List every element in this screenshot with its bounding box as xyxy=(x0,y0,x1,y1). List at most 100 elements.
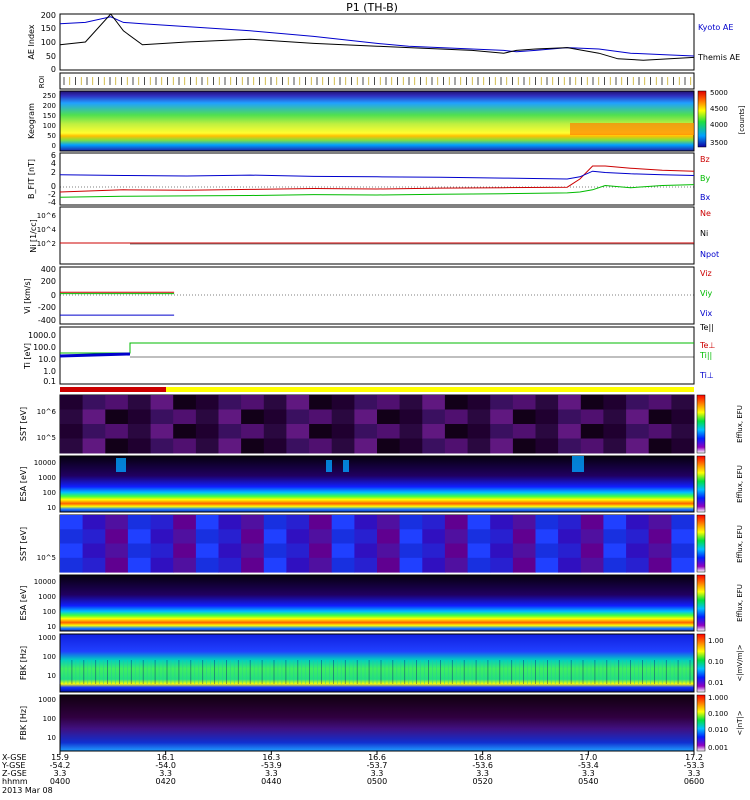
sst2-cell xyxy=(535,515,559,530)
sst1-cell xyxy=(263,424,287,439)
ephem-value-t: 0500 xyxy=(367,777,387,786)
sst2-cell xyxy=(467,557,491,573)
sst1-cell xyxy=(263,438,287,454)
sst2-cell xyxy=(105,543,129,559)
esa1-ylabel: ESA [eV] xyxy=(19,467,28,502)
sst1-cell xyxy=(422,395,446,410)
fbk1-ytick-100: 100 xyxy=(43,653,56,661)
sst2-cell xyxy=(105,557,129,573)
esa1-spectrogram xyxy=(59,455,695,513)
sst1-cell xyxy=(60,438,84,454)
sst1-cell xyxy=(603,438,627,454)
density-legend-ne: Ne xyxy=(700,209,711,218)
fbk1-ytick-1000: 1000 xyxy=(38,634,56,642)
sst1-cell xyxy=(286,395,310,410)
sst2-cell xyxy=(580,557,604,573)
sst1-cell xyxy=(444,395,468,410)
sst2-cell xyxy=(241,543,265,559)
sst2-cell xyxy=(467,515,491,530)
ephem-value-t: 0520 xyxy=(472,777,492,786)
sst1-cell xyxy=(603,395,627,410)
fbk2-ytick-10: 10 xyxy=(47,734,56,742)
sst1-cell xyxy=(535,409,559,425)
sst1-cell xyxy=(241,395,265,410)
fbk1-ylabel: FBK [Hz] xyxy=(19,646,28,680)
temperature-plot-frame xyxy=(59,326,695,385)
sst2-cell xyxy=(626,557,650,573)
sst2-cell xyxy=(218,529,242,545)
sst1-cell xyxy=(512,424,536,439)
esa2-ylabel: ESA [eV] xyxy=(19,586,28,621)
sst2-cell xyxy=(263,543,287,559)
sst1-cell xyxy=(648,395,672,410)
sst2-cell xyxy=(331,529,355,545)
sst1-cell xyxy=(535,395,559,410)
esa1-burst-1 xyxy=(116,458,126,472)
sst2-cell xyxy=(444,543,468,559)
sst2-cell xyxy=(173,543,197,559)
sst2-cell xyxy=(399,529,423,545)
esa1-colorbar xyxy=(696,455,706,513)
sst2-cell xyxy=(127,543,151,559)
sst2-cell xyxy=(195,515,219,530)
sst2-cell xyxy=(82,529,106,545)
esa2-spectrogram xyxy=(59,574,695,632)
bfield-plot-frame xyxy=(59,152,695,206)
sst1-cell xyxy=(286,409,310,425)
fbk2-colorbar xyxy=(696,694,706,752)
sst2-cell xyxy=(82,515,106,530)
sst1-cell xyxy=(444,438,468,454)
temperature-panel: Ti [eV] 1000.0 100.0 10.0 1.0 0.1 Te|| T… xyxy=(23,323,715,386)
temperature-ytick-10: 10.0 xyxy=(38,355,56,364)
velocity-ytick-400: 400 xyxy=(41,265,56,274)
ae-legend-kyoto: Kyoto AE xyxy=(698,23,733,32)
sst2-cell xyxy=(150,543,174,559)
sst1-cell xyxy=(309,409,333,425)
sst2-cell xyxy=(218,515,242,530)
sst1-cell xyxy=(377,438,401,454)
fbk2-cbar-tick-2: 0.100 xyxy=(708,710,728,718)
sst1-cell xyxy=(580,424,604,439)
bfield-ytick-neg4: -4 xyxy=(48,198,56,207)
sst2-cell xyxy=(648,557,672,573)
temperature-ytick-1000: 1000.0 xyxy=(28,331,56,340)
sst2-cell xyxy=(218,557,242,573)
sst1-cell xyxy=(105,409,129,425)
density-legend-npot: Npot xyxy=(700,250,719,259)
keogram-ytick-0: 0 xyxy=(52,142,56,150)
sst1-cell xyxy=(580,395,604,410)
esa1-cbar-label: Efflux, EFU xyxy=(736,465,744,503)
velocity-ylabel: Vi [km/s] xyxy=(23,278,32,314)
sst2-cell xyxy=(648,543,672,559)
ephem-value-t: 0440 xyxy=(261,777,281,786)
sst1-cell xyxy=(218,438,242,454)
mode-bar-fast xyxy=(60,387,166,392)
keogram-cbar-tick-5000: 5000 xyxy=(710,89,728,97)
sst2-cell xyxy=(512,557,536,573)
sst2-cell xyxy=(127,557,151,573)
sst1-cell xyxy=(105,438,129,454)
mode-bar-slow xyxy=(166,387,694,392)
bfield-legend-bx: Bx xyxy=(700,193,710,202)
sst2-cell xyxy=(422,529,446,545)
fbk1-cbar-label: <|mV/m|> xyxy=(736,644,744,681)
esa1-ytick-100: 100 xyxy=(43,489,56,497)
bfield-legend-bz: Bz xyxy=(700,155,710,164)
sst1-cell xyxy=(626,424,650,439)
ephem-value-t: 0540 xyxy=(578,777,598,786)
sst2-cell xyxy=(354,557,378,573)
sst2-cell xyxy=(648,529,672,545)
sst1-cell xyxy=(467,395,491,410)
sst1-cell xyxy=(286,424,310,439)
keogram-ytick-200: 200 xyxy=(43,102,56,110)
sst1-cell xyxy=(558,438,582,454)
sst1-cell xyxy=(490,409,514,425)
sst1-cell xyxy=(671,438,695,454)
density-ytick-4: 10^4 xyxy=(37,226,57,234)
sst2-cell xyxy=(648,515,672,530)
esa2-ytick-10: 10 xyxy=(47,623,56,631)
sst2-cell xyxy=(422,557,446,573)
sst2-cell xyxy=(512,529,536,545)
sst1-cell xyxy=(263,395,287,410)
sst2-cell xyxy=(150,529,174,545)
